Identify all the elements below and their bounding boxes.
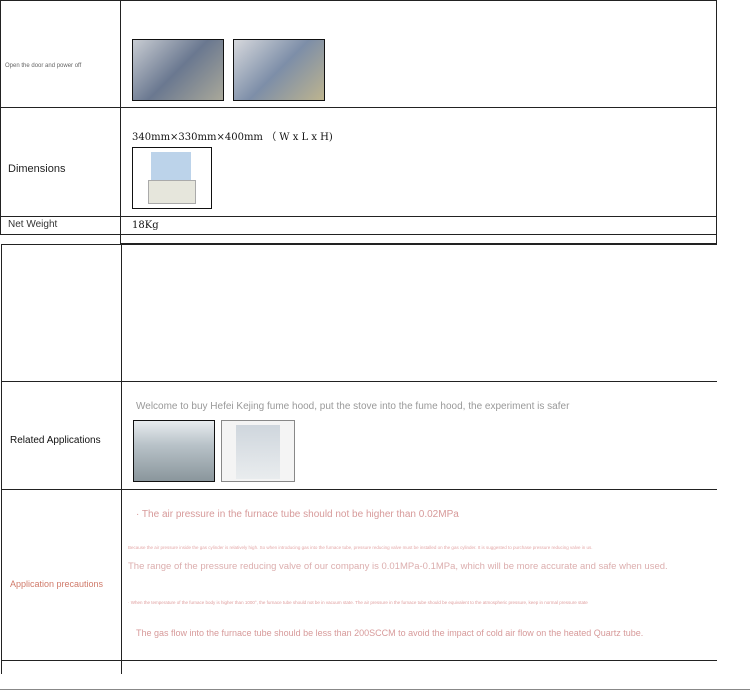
furnace-interior-photo xyxy=(132,39,224,101)
related-applications-text: Welcome to buy Hefei Kejing fume hood, p… xyxy=(136,401,570,412)
precaution-line: The gas flow into the furnace tube shoul… xyxy=(136,628,644,638)
row-label-net-weight: Net Weight xyxy=(8,219,58,230)
row-label-open-door: Open the door and power off xyxy=(5,63,82,69)
dimensions-diagram xyxy=(132,147,212,209)
precaution-line: The range of the pressure reducing valve… xyxy=(128,561,668,572)
row-label-dimensions: Dimensions xyxy=(8,163,66,175)
furnace-diagram xyxy=(151,152,191,180)
row-label-related-applications: Related Applications xyxy=(10,435,101,446)
furnace-diagram-base xyxy=(148,180,196,204)
dimensions-value: 340mm×330mm×400mm （ W x L x H) xyxy=(132,132,333,143)
fume-hood-shape xyxy=(236,425,280,479)
precaution-line: · The air pressure in the furnace tube s… xyxy=(136,509,459,520)
precaution-line: · When the temperature of the furnace bo… xyxy=(128,600,588,605)
fume-hood-photo xyxy=(221,420,295,482)
furnace-interior-photo xyxy=(233,39,325,101)
net-weight-value: 18Kg xyxy=(132,220,159,231)
row-label-application-precautions: Application precautions xyxy=(10,579,104,589)
precaution-line: Because the air pressure inside the gas … xyxy=(128,545,593,550)
fume-hood-lab-photo xyxy=(133,420,215,482)
